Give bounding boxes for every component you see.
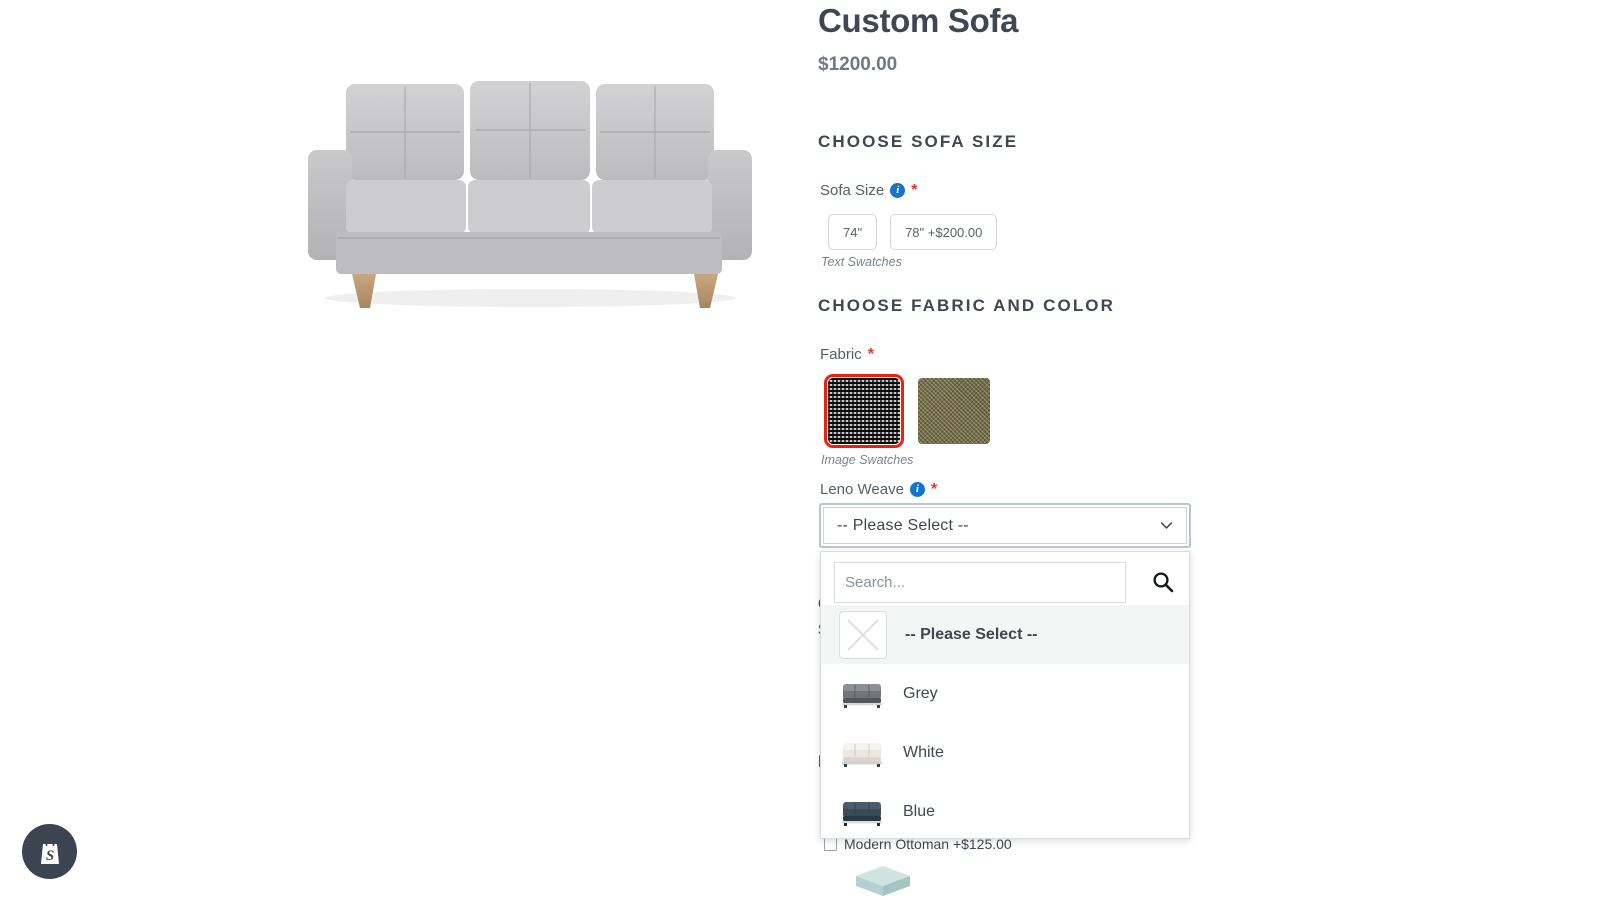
size-option-78[interactable]: 78" +$200.00 [890, 214, 998, 250]
leno-weave-label-text: Leno Weave [820, 481, 904, 498]
search-input[interactable] [834, 562, 1126, 603]
product-image[interactable] [290, 62, 770, 320]
dropdown-option-label: White [903, 743, 944, 761]
svg-text:S: S [45, 848, 53, 864]
fabric-label-text: Fabric [820, 346, 862, 363]
shopify-chat-button[interactable]: S [22, 824, 77, 879]
ottoman-image[interactable] [850, 858, 916, 898]
dropdown-option-label: -- Please Select -- [905, 625, 1038, 643]
dropdown-search-row [834, 562, 1177, 605]
blue-sofa-icon [842, 801, 882, 826]
dropdown-option-label: Blue [903, 802, 936, 820]
fabric-label: Fabric * [820, 346, 874, 363]
sofa-size-options: 74" 78" +$200.00 [828, 214, 998, 250]
page-title: Custom Sofa [818, 2, 1019, 39]
search-icon[interactable] [1151, 570, 1175, 594]
leno-weave-label: Leno Weave i * [820, 481, 937, 498]
fabric-swatch-olive-weave[interactable] [918, 378, 990, 444]
section-heading-sofa-size: CHOOSE SOFA SIZE [818, 132, 1019, 151]
dropdown-option-grey[interactable]: Grey [821, 664, 1189, 723]
image-swatches-note: Image Swatches [821, 453, 914, 467]
required-asterisk: * [930, 480, 938, 498]
section-heading-fabric-color: CHOOSE FABRIC AND COLOR [818, 296, 1116, 315]
dropdown-option-blue[interactable]: Blue [821, 782, 1189, 841]
sofa-illustration [308, 81, 752, 308]
sofa-size-label-text: Sofa Size [820, 182, 885, 199]
size-option-74[interactable]: 74" [828, 214, 878, 250]
dropdown-option-label: Grey [903, 684, 938, 702]
info-icon[interactable]: i [890, 183, 906, 198]
fabric-swatch-list [824, 374, 990, 448]
leno-weave-select-box[interactable]: -- Please Select -- [823, 507, 1187, 544]
product-page: Custom Sofa $1200.00 CHOOSE SOFA SIZE So… [0, 0, 1600, 900]
fabric-swatch-black-white-weave[interactable] [824, 374, 904, 448]
leno-weave-selected-value: -- Please Select -- [837, 516, 969, 534]
product-gallery [0, 0, 812, 900]
product-details: Custom Sofa $1200.00 CHOOSE SOFA SIZE So… [818, 0, 1600, 900]
empty-placeholder-icon [839, 610, 887, 659]
shopify-bag-icon: S [40, 838, 59, 864]
chevron-down-icon [1160, 522, 1173, 529]
required-asterisk: * [911, 181, 918, 199]
leno-weave-dropdown-panel: -- Please Select -- Grey [820, 551, 1190, 839]
info-icon[interactable]: i [909, 482, 925, 497]
sofa-size-label: Sofa Size i * [820, 182, 917, 199]
dropdown-option-white[interactable]: White [821, 723, 1189, 782]
product-price: $1200.00 [818, 54, 898, 75]
white-sofa-icon [842, 742, 882, 767]
dropdown-option-please-select[interactable]: -- Please Select -- [821, 605, 1189, 664]
text-swatches-note: Text Swatches [821, 255, 902, 269]
grey-sofa-icon [842, 683, 882, 708]
required-asterisk: * [867, 345, 874, 363]
leno-weave-select[interactable]: -- Please Select -- [819, 503, 1191, 548]
